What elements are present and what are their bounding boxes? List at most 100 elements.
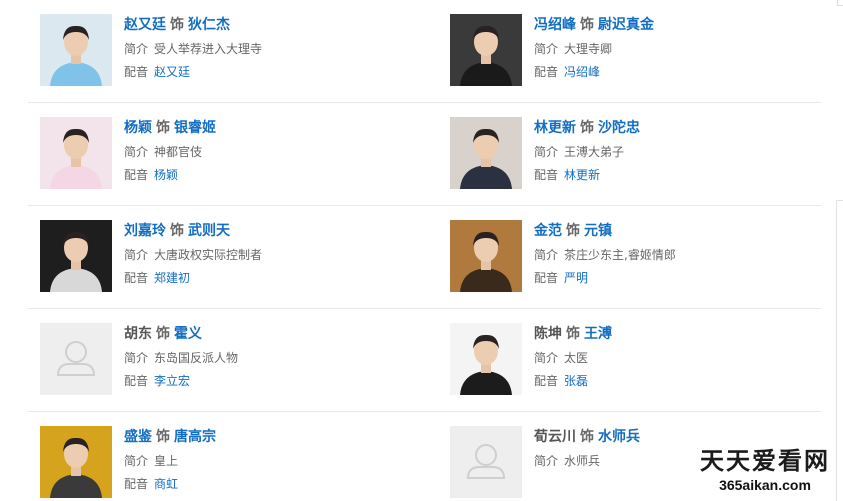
intro-label: 简介 <box>124 248 149 262</box>
role-name[interactable]: 霍义 <box>174 326 202 342</box>
actor-name: 陈坤 <box>534 326 562 342</box>
as-label: 饰 <box>580 17 594 33</box>
intro-line: 简介 受人举荐进入大理寺 <box>124 39 414 59</box>
intro-text: 神都官伎 <box>154 145 203 159</box>
actor-name[interactable]: 杨颖 <box>124 120 152 136</box>
voice-actor-link[interactable]: 张磊 <box>564 374 588 388</box>
dub-label: 配音 <box>534 65 559 79</box>
voice-actor-link[interactable]: 林更新 <box>564 168 600 182</box>
actor-photo[interactable] <box>40 220 112 292</box>
cast-title: 林更新饰沙陀忠 <box>534 117 824 139</box>
cast-info: 冯绍峰饰尉迟真金 简介 大理寺卿 配音 冯绍峰 <box>534 14 824 82</box>
role-name[interactable]: 元镇 <box>584 223 612 239</box>
cast-info: 杨颖饰银睿姬 简介 神都官伎 配音 杨颖 <box>124 117 414 185</box>
intro-text: 大理寺卿 <box>564 42 613 56</box>
actor-name: 胡东 <box>124 326 152 342</box>
voice-actor-link[interactable]: 杨颖 <box>154 168 178 182</box>
as-label: 饰 <box>156 120 170 136</box>
role-name[interactable]: 沙陀忠 <box>598 120 640 136</box>
intro-text: 大唐政权实际控制者 <box>154 248 263 262</box>
as-label: 饰 <box>580 120 594 136</box>
voice-actor-link[interactable]: 严明 <box>564 271 588 285</box>
intro-label: 简介 <box>534 42 559 56</box>
actor-photo[interactable] <box>450 323 522 395</box>
actor-name[interactable]: 金范 <box>534 223 562 239</box>
cast-title: 胡东饰霍义 <box>124 323 414 345</box>
actor-name[interactable]: 赵又廷 <box>124 17 166 33</box>
cast-title: 杨颖饰银睿姬 <box>124 117 414 139</box>
intro-line: 简介 大唐政权实际控制者 <box>124 245 414 265</box>
cast-info: 胡东饰霍义 简介 东岛国反派人物 配音 李立宏 <box>124 323 414 391</box>
intro-label: 简介 <box>124 454 149 468</box>
cast-row: 刘嘉玲饰武则天 简介 大唐政权实际控制者 配音 郑建初 金范饰元镇 简介 茶庄少东主,睿姬情郎… <box>28 206 821 309</box>
actor-photo[interactable] <box>40 117 112 189</box>
cast-title: 盛鉴饰唐高宗 <box>124 426 414 448</box>
actor-name[interactable]: 盛鉴 <box>124 429 152 445</box>
role-name[interactable]: 水师兵 <box>598 429 640 445</box>
intro-text: 茶庄少东主,睿姬情郎 <box>564 248 676 262</box>
role-name[interactable]: 银睿姬 <box>174 120 216 136</box>
intro-label: 简介 <box>124 351 149 365</box>
voice-actor-link[interactable]: 冯绍峰 <box>564 65 600 79</box>
actor-name[interactable]: 刘嘉玲 <box>124 223 166 239</box>
actor-photo[interactable] <box>40 426 112 498</box>
actor-photo[interactable] <box>450 220 522 292</box>
voice-actor-link[interactable]: 商虹 <box>154 477 178 491</box>
voice-actor-link[interactable]: 郑建初 <box>154 271 190 285</box>
actor-photo[interactable] <box>40 14 112 86</box>
dub-line: 配音 李立宏 <box>124 371 414 391</box>
cast-row: 杨颖饰银睿姬 简介 神都官伎 配音 杨颖 林更新饰沙陀忠 简介 王溥大弟子 配音 林更新 <box>28 103 821 206</box>
cast-title: 荀云川饰水师兵 <box>534 426 824 448</box>
cast-info: 林更新饰沙陀忠 简介 王溥大弟子 配音 林更新 <box>534 117 824 185</box>
voice-actor-link[interactable]: 赵又廷 <box>154 65 190 79</box>
as-label: 饰 <box>566 326 580 342</box>
cast-info: 盛鉴饰唐高宗 简介 皇上 配音 商虹 <box>124 426 414 494</box>
dub-label: 配音 <box>124 271 149 285</box>
actor-photo[interactable] <box>450 14 522 86</box>
intro-text: 东岛国反派人物 <box>154 351 239 365</box>
role-name[interactable]: 唐高宗 <box>174 429 216 445</box>
site-watermark: 天天爱看网 365aikan.com <box>690 446 840 500</box>
intro-line: 简介 皇上 <box>124 451 414 471</box>
as-label: 饰 <box>156 429 170 445</box>
intro-line: 简介 神都官伎 <box>124 142 414 162</box>
role-name[interactable]: 武则天 <box>188 223 230 239</box>
as-label: 饰 <box>566 223 580 239</box>
intro-label: 简介 <box>534 145 559 159</box>
intro-text: 水师兵 <box>564 454 601 468</box>
cast-row: 赵又廷饰狄仁杰 简介 受人举荐进入大理寺 配音 赵又廷 冯绍峰饰尉迟真金 简介 大理寺卿 配音冯… <box>28 0 821 103</box>
role-name[interactable]: 王溥 <box>584 326 612 342</box>
placeholder-avatar-icon[interactable] <box>450 426 522 498</box>
cast-title: 金范饰元镇 <box>534 220 824 242</box>
cast-title: 陈坤饰王溥 <box>534 323 824 345</box>
watermark-url: 365aikan.com <box>719 477 811 493</box>
dub-label: 配音 <box>124 477 149 491</box>
actor-photo[interactable] <box>450 117 522 189</box>
voice-actor-link[interactable]: 李立宏 <box>154 374 190 388</box>
dub-line: 配音 赵又廷 <box>124 62 414 82</box>
role-name[interactable]: 尉迟真金 <box>598 17 654 33</box>
watermark-logo-text: 天天爱看网 <box>700 446 830 475</box>
role-name[interactable]: 狄仁杰 <box>188 17 230 33</box>
placeholder-avatar-icon[interactable] <box>40 323 112 395</box>
dub-label: 配音 <box>124 168 149 182</box>
cast-row: 胡东饰霍义 简介 东岛国反派人物 配音 李立宏 陈坤饰王溥 简介 太医 配音 张磊 <box>28 309 821 412</box>
dub-label: 配音 <box>124 374 149 388</box>
cast-title: 刘嘉玲饰武则天 <box>124 220 414 242</box>
dub-line: 配音 张磊 <box>534 371 824 391</box>
intro-line: 简介 茶庄少东主,睿姬情郎 <box>534 245 824 265</box>
actor-name[interactable]: 林更新 <box>534 120 576 136</box>
dub-line: 配音 严明 <box>534 268 824 288</box>
intro-line: 简介 大理寺卿 <box>534 39 824 59</box>
as-label: 饰 <box>580 429 594 445</box>
dub-label: 配音 <box>124 65 149 79</box>
intro-label: 简介 <box>534 248 559 262</box>
actor-name[interactable]: 冯绍峰 <box>534 17 576 33</box>
intro-text: 皇上 <box>154 454 179 468</box>
as-label: 饰 <box>170 17 184 33</box>
intro-label: 简介 <box>534 454 559 468</box>
intro-line: 简介 东岛国反派人物 <box>124 348 414 368</box>
intro-line: 简介 太医 <box>534 348 824 368</box>
intro-text: 受人举荐进入大理寺 <box>154 42 263 56</box>
dub-line: 配音 杨颖 <box>124 165 414 185</box>
